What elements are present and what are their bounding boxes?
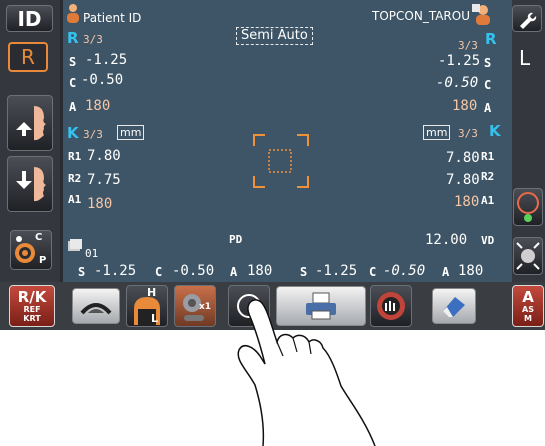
x1-label: x1 [199, 302, 212, 312]
eyelid-icon [80, 303, 112, 315]
eye-lid-button[interactable] [72, 288, 120, 324]
patient-id-label: Patient ID [83, 11, 142, 25]
left-eye-r1-value: 7.80 [446, 150, 480, 166]
id-button-label: ID [17, 6, 42, 31]
ref-label: REF [23, 304, 41, 314]
wrench-icon [520, 12, 537, 29]
footer-a-value-l: 180 [458, 263, 484, 279]
clear-data-button[interactable] [432, 288, 476, 324]
m-label: M [524, 313, 532, 323]
footer-c-value-r: -0.50 [172, 263, 215, 279]
krt-label: KRT [23, 313, 41, 323]
right-eye-r2-value: 7.75 [87, 172, 121, 188]
footer-s-label-r: S [78, 265, 86, 279]
right-eye-s-label: S [69, 55, 77, 69]
footer-c-label-l: C [369, 265, 377, 279]
footer-s-value-r: -1.25 [94, 263, 137, 279]
right-eye-button-label: R [21, 45, 35, 69]
right-eye-ref-count: 3/3 [83, 33, 103, 46]
vd-label: VD [481, 234, 495, 247]
face-arrows-icon [516, 242, 540, 270]
operator-name: TOPCON_TAROU [372, 9, 470, 23]
measure-target-button[interactable] [513, 188, 543, 226]
left-eye-r2-label: R2 [481, 170, 495, 183]
left-eye-s-value: -1.25 [438, 53, 481, 69]
left-eye-ref-count: 3/3 [458, 39, 478, 52]
h-label: H [147, 286, 157, 299]
left-eye-c-value: -0.50 [436, 75, 479, 91]
left-eye-r1-label: R1 [481, 150, 495, 163]
record-icon [68, 239, 82, 251]
cp-mode-button[interactable]: C P [10, 230, 52, 270]
left-eye-k-label: K [489, 122, 501, 140]
h-l-button[interactable]: H L [126, 285, 168, 327]
right-eye-r1-value: 7.80 [87, 148, 121, 164]
right-eye-k-count: 3/3 [83, 128, 103, 141]
left-eye-k-count: 3/3 [458, 127, 478, 140]
chin-rest-up-button[interactable] [7, 95, 53, 151]
left-eye-c-label: C [484, 78, 492, 92]
footer-c-value-l: -0.50 [383, 263, 426, 279]
ref-krt-button[interactable]: R/K REF KRT [9, 285, 55, 327]
alignment-reticle [253, 134, 309, 188]
target-green-dot-icon [517, 192, 539, 222]
right-eye-r1-label: R1 [68, 150, 82, 163]
face-alignment-button[interactable] [513, 237, 543, 275]
right-eye-a-value: 180 [85, 98, 111, 114]
left-eye-k-unit: mm [423, 125, 451, 140]
pointing-hand-illustration [237, 299, 376, 446]
footer-a-value-r: 180 [247, 263, 273, 279]
vd-value: 12.00 [425, 232, 468, 248]
right-eye-c-value: -0.50 [81, 72, 124, 88]
l-label-small: L [151, 312, 159, 325]
chin-rest-up-icon [16, 106, 46, 141]
left-eye-a-label: A [484, 101, 492, 115]
footer-s-label-l: S [300, 265, 308, 279]
p-label: P [39, 255, 47, 266]
settings-button[interactable] [512, 5, 542, 32]
measurement-mode[interactable]: Semi Auto [236, 27, 313, 45]
chin-rest-down-button[interactable] [7, 156, 53, 212]
operator-icon [472, 4, 490, 25]
id-button[interactable]: ID [6, 5, 53, 32]
footer-s-value-l: -1.25 [315, 263, 358, 279]
right-eye-a1-label: A1 [68, 193, 82, 206]
right-eye-r2-label: R2 [68, 172, 82, 185]
zoom-x1-button[interactable]: x1 [174, 285, 216, 327]
right-eye-side: R [67, 29, 79, 47]
left-eye-a-value: 180 [452, 98, 478, 114]
left-eye-a1-label: A1 [481, 194, 495, 207]
right-eye-button[interactable]: R [8, 42, 48, 72]
footer-c-label-r: C [155, 265, 163, 279]
right-eye-a1-value: 180 [87, 196, 113, 212]
left-eye-indicator: L [519, 46, 531, 70]
footer-a-label-l: A [442, 265, 450, 279]
patient-icon [67, 4, 79, 23]
right-eye-c-label: C [69, 76, 77, 90]
right-eye-s-value: -1.25 [85, 52, 128, 68]
right-eye-k-label: K [67, 124, 79, 142]
record-number: 01 [85, 247, 99, 260]
left-eye-s-label: S [484, 56, 492, 70]
right-eye-a-label: A [69, 100, 77, 114]
left-eye-a1-value: 180 [454, 194, 480, 210]
footer-a-label-r: A [230, 265, 238, 279]
right-eye-k-unit: mm [117, 125, 145, 140]
eraser-icon [443, 297, 465, 317]
rk-label: R/K [17, 287, 47, 306]
auto-start-button[interactable]: A AS M [512, 285, 544, 327]
a-label: A [522, 287, 534, 306]
left-eye-r2-value: 7.80 [446, 172, 480, 188]
chin-rest-down-icon [16, 167, 46, 202]
as-label: AS [522, 304, 534, 314]
left-eye-side: R [485, 30, 497, 48]
pd-label: PD [229, 233, 243, 246]
c-label: C [35, 232, 43, 243]
